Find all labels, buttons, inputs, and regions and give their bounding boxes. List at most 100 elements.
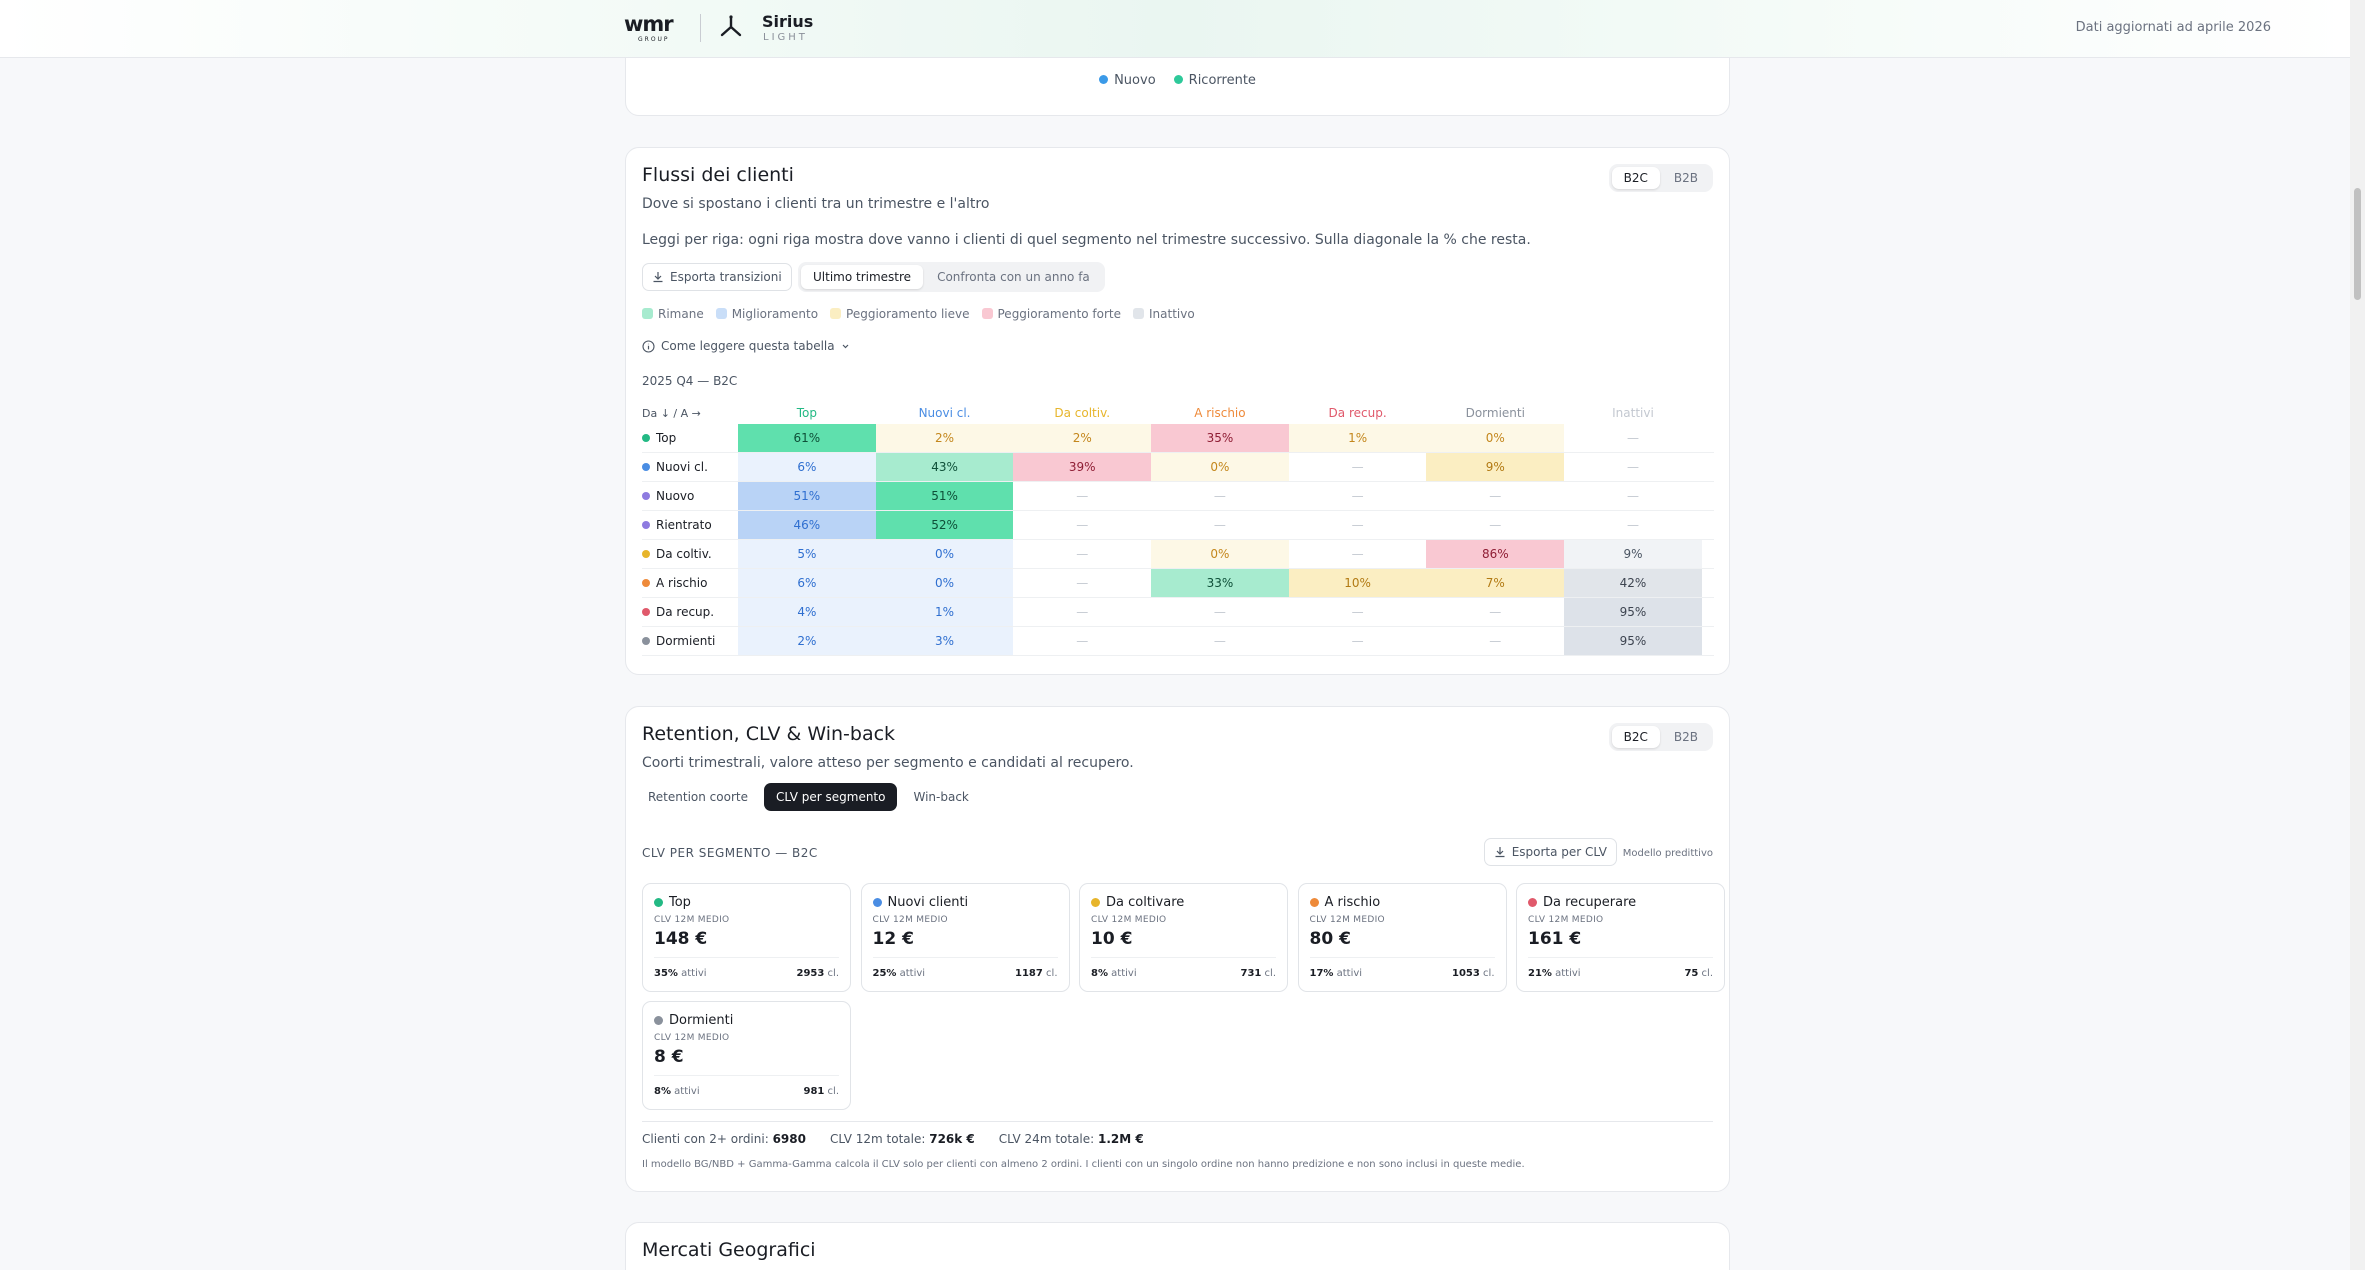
clv-value: 12 € <box>872 929 914 949</box>
total-label: CLV 12m totale: <box>829 1132 930 1146</box>
client-number: 981 <box>803 1086 825 1097</box>
legend-label: Miglioramento <box>731 307 819 321</box>
matrix-cell: — <box>1076 489 1089 503</box>
wmr-logo[interactable]: wmr GROUP <box>624 12 686 44</box>
client-number: 75 <box>1684 968 1699 979</box>
matrix-row: Top 61% 2% 2% 35% 1% 0% — <box>642 424 1714 453</box>
model-footnote: Il modello BG/NBD + Gamma-Gamma calcola … <box>642 1159 1525 1170</box>
legend-item: Ricorrente <box>1173 73 1256 88</box>
divider <box>872 957 1058 958</box>
clv-metric-label: CLV 12M MEDIO <box>654 1033 730 1043</box>
matrix-cell: 0% <box>1151 453 1289 481</box>
segment-name: Da recuperare <box>1528 895 1636 910</box>
toggle-b2b[interactable]: B2B <box>1662 167 1710 189</box>
segment-name: Nuovo <box>656 489 695 503</box>
transition-matrix: Da ↓ / A → Top Nuovi cl. Da coltiv. A rischi… <box>642 402 1714 656</box>
clv-value: 10 € <box>1091 929 1133 949</box>
matrix-cell: 95% <box>1564 627 1702 655</box>
total-label: CLV 24m totale: <box>998 1132 1099 1146</box>
tab-clv-per-segment[interactable]: CLV per segmento <box>763 783 898 811</box>
export-transitions-label: Esporta transizioni <box>670 270 782 284</box>
matrix-row-label: Nuovo <box>642 489 738 503</box>
toggle-b2c[interactable]: B2C <box>1611 167 1660 189</box>
total-item: CLV 24m totale: 1.2M € <box>999 1132 1144 1146</box>
export-clv-button[interactable]: Esporta per CLV <box>1483 838 1617 866</box>
tab-win-back[interactable]: Win-back <box>901 783 980 811</box>
toggle-b2c[interactable]: B2C <box>1611 726 1660 748</box>
matrix-column-header: Dormienti <box>1465 406 1525 420</box>
how-to-read-toggle[interactable]: Come leggere questa tabella <box>642 339 850 353</box>
active-percent: 21% <box>1528 968 1552 979</box>
segment-dot <box>642 550 650 558</box>
segment-dot <box>642 608 650 616</box>
segment-name: Dormienti <box>654 1013 733 1028</box>
matrix-cell: — <box>1489 605 1502 619</box>
segment-label: Dormienti <box>669 1013 734 1028</box>
tab-last-quarter[interactable]: Ultimo trimestre <box>801 265 924 289</box>
matrix-cell: — <box>1489 518 1502 532</box>
clv-segment-card[interactable]: Nuovi clienti CLV 12M MEDIO 12 € 25% attivi… <box>860 883 1070 992</box>
data-updated-label: Dati aggiornati ad aprile 2026 <box>2075 20 2271 35</box>
clv-segment-card[interactable]: Dormienti CLV 12M MEDIO 8 € 8% attivi 981 cl… <box>642 1001 851 1110</box>
clv-metric-label: CLV 12M MEDIO <box>1528 915 1604 925</box>
wmr-logo-text: wmr <box>624 12 674 36</box>
tab-retention-cohort[interactable]: Retention coorte <box>636 783 760 811</box>
matrix-row-label: Da recup. <box>642 605 738 619</box>
matrix-cell: 39% <box>1013 453 1152 481</box>
tab-compare-year-ago[interactable]: Confronta con un anno fa <box>925 265 1102 289</box>
segment-name: Da coltivare <box>1091 895 1184 910</box>
clv-segment-card[interactable]: Top CLV 12M MEDIO 148 € 35% attivi 2953 cl. <box>642 883 851 992</box>
legend-swatch <box>642 308 653 319</box>
total-item: CLV 12m totale: 726k € <box>830 1132 975 1146</box>
total-item: Clienti con 2+ ordini: 6980 <box>642 1132 806 1146</box>
clv-segment-card[interactable]: A rischio CLV 12M MEDIO 80 € 17% attivi 1053… <box>1297 883 1507 992</box>
matrix-cell: 3% <box>875 627 1014 655</box>
legend-dot <box>1173 75 1183 84</box>
clv-metric-label: CLV 12M MEDIO <box>1091 915 1167 925</box>
legend-item: Rimane <box>642 307 704 321</box>
clv-totals: Clienti con 2+ ordini: 6980 CLV 12m total… <box>642 1132 1144 1146</box>
clv-value: 161 € <box>1528 929 1582 949</box>
segment-name: Da recup. <box>656 605 715 619</box>
segment-dot <box>642 521 650 529</box>
segment-name: Da coltiv. <box>656 547 712 561</box>
legend-item: Peggioramento forte <box>981 307 1121 321</box>
total-value: 726k € <box>929 1132 975 1146</box>
matrix-row-label: Top <box>642 431 738 445</box>
client-count: 1053 cl. <box>1452 968 1495 979</box>
segment-dot <box>654 898 663 907</box>
matrix-cell: — <box>1626 431 1639 445</box>
matrix-cell: — <box>1213 518 1226 532</box>
matrix-row-label: Nuovi cl. <box>642 460 738 474</box>
segment-name: Top <box>656 431 677 445</box>
total-label: Clienti con 2+ ordini: <box>642 1132 773 1146</box>
matrix-cell: 42% <box>1564 569 1702 597</box>
matrix-cell: — <box>1626 518 1639 532</box>
card-title: Mercati Geografici <box>642 1239 816 1261</box>
matrix-cell: 95% <box>1564 598 1702 626</box>
scrollbar-thumb[interactable] <box>2354 188 2361 300</box>
matrix-row: Nuovo 51% 51% — — — — — <box>642 482 1714 511</box>
legend-swatch <box>1133 308 1145 319</box>
sirius-icon <box>720 15 742 37</box>
client-number: 1053 <box>1452 968 1480 979</box>
matrix-cell: — <box>1626 460 1639 474</box>
how-to-read-label: Come leggere questa tabella <box>661 339 835 353</box>
page-scrollbar[interactable] <box>2350 0 2365 1270</box>
matrix-cell: 9% <box>1426 453 1565 481</box>
period-tabs: Ultimo trimestre Confronta con un anno f… <box>798 262 1105 292</box>
matrix-cell: — <box>1626 489 1639 503</box>
toggle-b2b[interactable]: B2B <box>1662 726 1710 748</box>
divider <box>1528 957 1713 958</box>
clv-segment-card[interactable]: Da recuperare CLV 12M MEDIO 161 € 21% attiv… <box>1516 883 1725 992</box>
clv-value: 148 € <box>654 929 708 949</box>
export-transitions-button[interactable]: Esporta transizioni <box>642 263 792 291</box>
clv-metric-label: CLV 12M MEDIO <box>1309 915 1385 925</box>
matrix-cell: 0% <box>1426 424 1565 452</box>
matrix-column-header: Nuovi cl. <box>918 406 971 420</box>
clv-metric-label: CLV 12M MEDIO <box>654 915 730 925</box>
clv-segment-card[interactable]: Da coltivare CLV 12M MEDIO 10 € 8% attivi 73… <box>1079 883 1288 992</box>
matrix-cell: 9% <box>1564 540 1702 568</box>
matrix-cell: — <box>1489 634 1502 648</box>
card-subtitle: Dove si spostano i clienti tra un trimes… <box>642 196 990 212</box>
